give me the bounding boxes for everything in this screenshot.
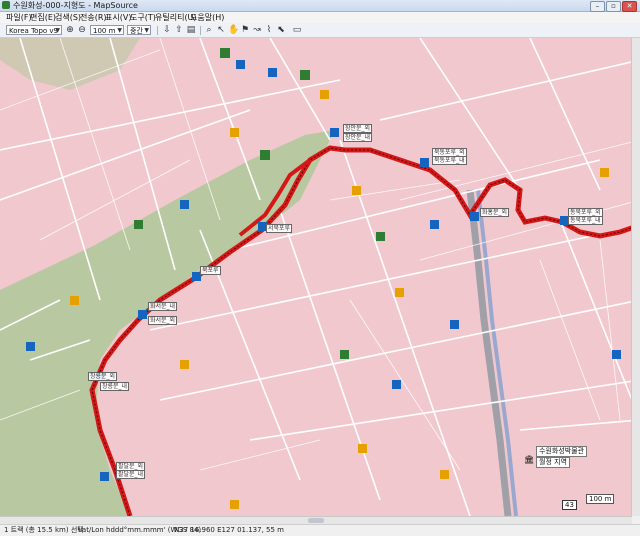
poi-park-icon[interactable] [220,48,230,58]
poi-restaurant-icon[interactable] [180,360,189,369]
pointer-tool-icon[interactable]: ⬉ [276,25,286,35]
poi-restaurant-icon[interactable] [395,288,404,297]
zoom-in-icon[interactable]: ⊕ [65,25,75,35]
map-view[interactable]: 장안문_외 장안문_내 북동포루_외 북동포루_내 화홍문_외 동북포루_외 동… [0,38,640,516]
poi-restaurant-icon[interactable] [70,296,79,305]
poi-restaurant-icon[interactable] [600,168,609,177]
poi-hiker-icon[interactable] [100,472,109,481]
poi-bus-icon[interactable] [430,220,439,229]
track-label[interactable]: 장안문_외 [343,124,373,133]
horizontal-scrollbar[interactable] [0,516,632,524]
minimize-button[interactable]: – [590,1,605,12]
mapsource-app-icon [2,1,10,9]
chevron-down-icon: ▼ [144,27,149,34]
poi-hiker-icon[interactable] [420,158,429,167]
menu-edit[interactable]: 편집(E) [30,12,56,23]
track-label[interactable]: 창룡문_내 [100,382,130,391]
track-label[interactable]: 화홍문_외 [480,208,510,217]
toolbar-separator [157,26,158,35]
title-bar: 수원화성-000-지형도 - MapSource – ▫ ✕ [0,0,640,12]
poi-park-icon[interactable] [134,220,143,229]
zoom-select[interactable]: 100 m ▼ [90,25,124,35]
poi-restaurant-icon[interactable] [230,500,239,509]
route-tool-icon[interactable]: ↝ [252,25,262,35]
poi-bus-icon[interactable] [612,350,621,359]
chevron-down-icon: ▼ [117,27,122,34]
map-scale: 100 m [586,494,615,504]
poi-bus-icon[interactable] [236,60,245,69]
cursor-position: N37 16.960 E127 01.137, 55 m [174,526,284,534]
menu-bar: 파일(F) 편집(E) 검색(S) 전송(R) 표시(V) 도구(T) 유틸리티… [0,12,640,23]
track-label[interactable]: 창룡문_외 [88,372,118,381]
menu-help[interactable]: 도움말(H) [190,12,224,23]
museum-poi-label[interactable]: 수원화성박물관 [536,446,588,457]
zoom-select-value: 100 m [93,27,116,35]
track-label[interactable]: 장안문_내 [343,133,373,142]
poi-park-icon[interactable] [340,350,349,359]
status-bar: 1 트랙 (총 15.5 km) 선택 Lat/Lon hddd°mm.mmm'… [0,524,640,536]
poi-bus-icon[interactable] [392,380,401,389]
poi-hiker-icon[interactable] [330,128,339,137]
selection-tool-icon[interactable]: ↖ [216,25,226,35]
detail-select-value: 중간 [130,27,143,35]
chevron-down-icon: ▼ [55,27,60,34]
poi-park-icon[interactable] [376,232,385,241]
track-label[interactable]: 화서문_외 [148,316,178,325]
detail-select[interactable]: 중간 ▼ [127,25,151,35]
vertical-scrollbar[interactable] [631,38,640,516]
toolbar-separator [200,26,201,35]
poi-park-icon[interactable] [260,150,270,160]
hand-tool-icon[interactable]: ✋ [228,25,239,35]
zoom-out-icon[interactable]: ⊖ [77,25,87,35]
poi-bus-icon[interactable] [26,342,35,351]
horizontal-scroll-thumb[interactable] [308,518,324,523]
send-maps-icon[interactable]: ▤ [186,25,196,35]
menu-search[interactable]: 검색(S) [55,12,81,23]
road-number-badge: 43 [562,500,577,510]
product-select-value: Korea Topo v9 [9,27,58,35]
track-label[interactable]: 북포루 [200,266,221,275]
poi-hiker-icon[interactable] [138,310,147,319]
menu-tools[interactable]: 도구(T) [130,12,156,23]
museum-poi-sublabel: 월정 지역 [536,457,570,468]
track-label[interactable]: 동북포루_내 [568,216,603,225]
poi-hiker-icon[interactable] [470,212,479,221]
poi-park-icon[interactable] [300,70,310,80]
product-select[interactable]: Korea Topo v9 ▼ [6,25,62,35]
museum-icon[interactable]: 🏛 [524,456,534,464]
track-label[interactable]: 화서문_내 [148,302,178,311]
poi-restaurant-icon[interactable] [230,128,239,137]
poi-bus-icon[interactable] [180,200,189,209]
close-button[interactable]: ✕ [622,1,637,12]
toolbar: Korea Topo v9 ▼ ⊕ ⊖ 100 m ▼ 중간 ▼ ⇩ ⇧ ▤ ⌕… [0,24,640,38]
mapsource-window: 수원화성-000-지형도 - MapSource – ▫ ✕ 파일(F) 편집(… [0,0,640,536]
track-label[interactable]: 북동포루_내 [432,156,467,165]
zoom-tool-icon[interactable]: ⌕ [204,25,214,35]
measure-tool-icon[interactable]: ▭ [290,25,304,35]
track-label[interactable]: 팔달문_내 [116,470,146,479]
poi-bus-icon[interactable] [268,68,277,77]
track-label[interactable]: 서북포루 [266,224,293,233]
maximize-button[interactable]: ▫ [606,1,621,12]
poi-restaurant-icon[interactable] [320,90,329,99]
selection-status: 1 트랙 (총 15.5 km) 선택 [4,526,84,534]
menu-view[interactable]: 표시(V) [105,12,131,23]
poi-restaurant-icon[interactable] [352,186,361,195]
map-canvas[interactable] [0,38,640,516]
menu-transfer[interactable]: 전송(R) [80,12,107,23]
track-tool-icon[interactable]: ⌇ [264,25,274,35]
send-device-icon[interactable]: ⇧ [174,25,184,35]
menu-file[interactable]: 파일(F) [6,12,32,23]
poi-bus-icon[interactable] [450,320,459,329]
poi-restaurant-icon[interactable] [440,470,449,479]
window-title: 수원화성-000-지형도 - MapSource [13,1,138,10]
poi-restaurant-icon[interactable] [358,444,367,453]
receive-device-icon[interactable]: ⇩ [162,25,172,35]
waypoint-tool-icon[interactable]: ⚑ [240,25,250,35]
